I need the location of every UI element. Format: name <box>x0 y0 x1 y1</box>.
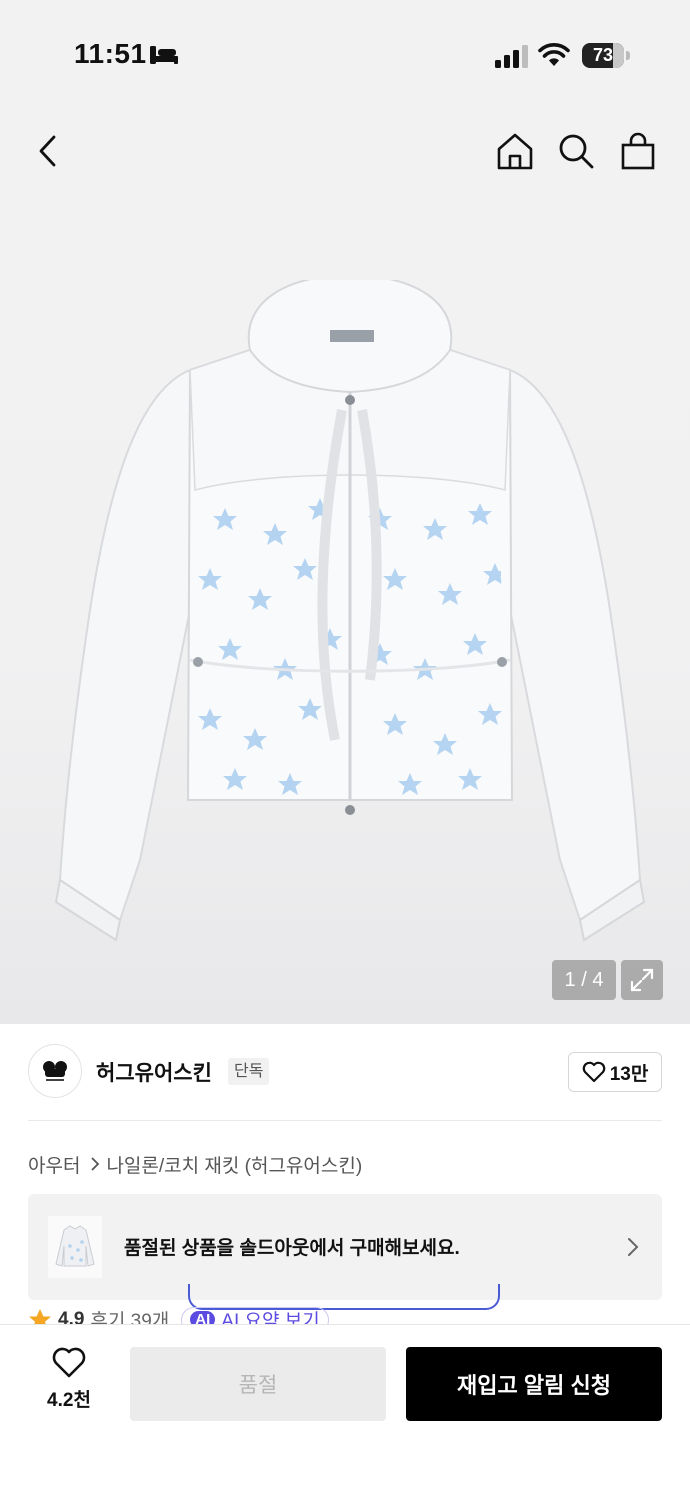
expand-icon <box>630 968 654 992</box>
divider <box>28 1120 662 1121</box>
status-bar: 11:51 73 <box>0 0 690 100</box>
ai-summary-button[interactable]: AI AI 요약 보기 <box>181 1306 329 1324</box>
brand-name[interactable]: 허그유어스킨 <box>96 1057 212 1087</box>
restock-alert-button[interactable]: 재입고 알림 신청 <box>406 1347 662 1421</box>
heart-icon <box>52 1347 86 1378</box>
exclusive-tag: 단독 <box>228 1058 270 1085</box>
wishlist-count: 4.2천 <box>47 1390 91 1411</box>
home-icon <box>497 133 533 170</box>
expand-image-button[interactable] <box>621 960 663 1000</box>
search-button[interactable] <box>552 127 600 175</box>
home-button[interactable] <box>491 127 539 175</box>
battery-percentage: 73 <box>592 45 614 65</box>
soldout-button[interactable]: 품절 <box>130 1347 386 1421</box>
cellular-signal-icon <box>495 45 528 68</box>
breadcrumb-subcategory[interactable]: 나일론/코치 재킷 (허그유어스킨) <box>106 1151 362 1178</box>
status-time: 11:51 <box>74 38 147 69</box>
star-icon <box>29 1308 51 1324</box>
image-counter: 1 / 4 <box>552 960 616 1000</box>
battery-icon: 73 <box>582 43 630 68</box>
back-arrow-icon <box>39 135 56 167</box>
chevron-right-icon <box>628 1238 639 1256</box>
sleep-focus-icon <box>150 46 178 64</box>
review-count[interactable]: 후기 39개 <box>90 1306 169 1324</box>
rating-score: 4.9 <box>58 1308 85 1325</box>
back-button[interactable] <box>24 127 72 175</box>
wishlist-button[interactable]: 4.2천 <box>30 1347 108 1417</box>
ai-badge: AI <box>190 1311 216 1324</box>
brand-like-button[interactable]: 13만 <box>568 1052 662 1092</box>
product-jacket-image <box>54 280 646 942</box>
shopping-bag-icon <box>621 132 655 170</box>
product-image-carousel[interactable]: 1 / 4 <box>0 100 690 1024</box>
breadcrumb-category[interactable]: 아우터 <box>28 1151 80 1178</box>
rating-row-clip: 4.9 후기 39개 AI AI 요약 보기 <box>0 1304 690 1324</box>
bottom-action-bar: 4.2천 품절 재입고 알림 신청 <box>0 1324 690 1500</box>
brand-like-count: 13만 <box>609 1063 649 1085</box>
wifi-icon <box>538 43 570 66</box>
chevron-right-icon <box>90 1156 100 1172</box>
brand-logo[interactable] <box>28 1044 82 1098</box>
banner-product-thumbnail <box>48 1216 102 1278</box>
heart-icon <box>582 1061 605 1083</box>
shopping-bag-button[interactable] <box>614 127 662 175</box>
soldout-banner-text: 품절된 상품을 솔드아웃에서 구매해보세요. <box>124 1238 460 1259</box>
brand-row: 허그유어스킨 단독 13만 <box>28 1044 662 1100</box>
ai-summary-label: AI 요약 보기 <box>221 1311 320 1324</box>
search-icon <box>559 134 594 169</box>
breadcrumb: 아우터 나일론/코치 재킷 (허그유어스킨) <box>28 1150 362 1178</box>
brand-logo-icon <box>43 1061 67 1081</box>
